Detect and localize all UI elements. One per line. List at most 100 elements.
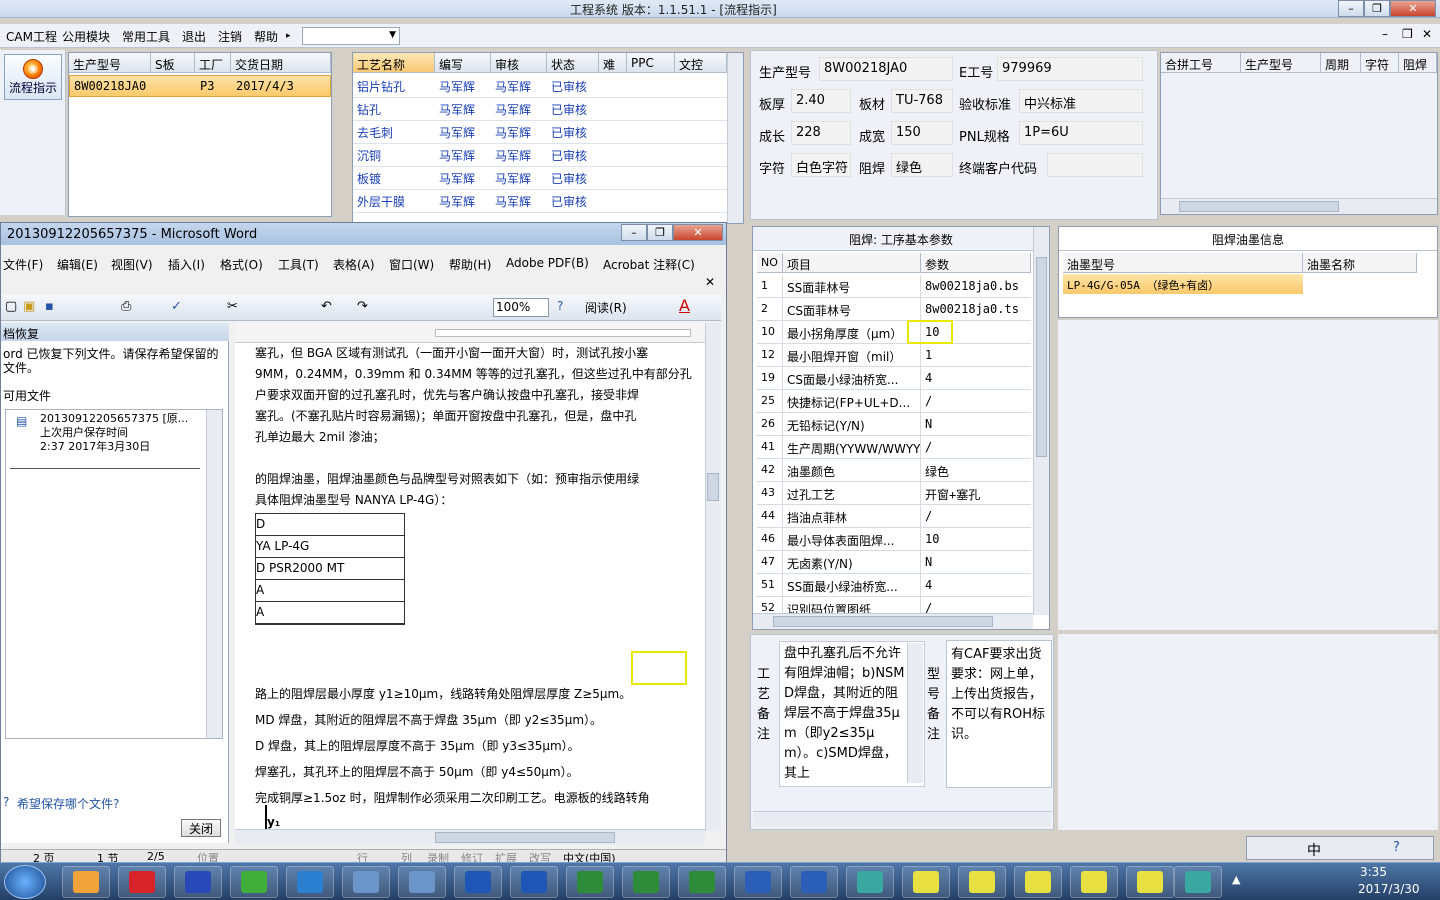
print-icon[interactable]: ⎙ xyxy=(121,299,131,314)
scroll-thumb[interactable] xyxy=(1179,201,1339,212)
table-row[interactable]: 沉铜 马军辉 马军辉 已审核 xyxy=(353,144,727,167)
eno-field[interactable]: 979969 xyxy=(997,57,1143,81)
ime-mode[interactable]: 中 xyxy=(1307,840,1321,860)
word-menu-window[interactable]: 窗口(W) xyxy=(389,256,434,273)
ime-help-icon[interactable]: ? xyxy=(1393,840,1400,855)
col-header-ink-name[interactable]: 油墨名称 xyxy=(1303,253,1417,273)
taskbar-excel-2[interactable] xyxy=(622,866,670,898)
minimize-button[interactable]: – xyxy=(1338,0,1364,17)
word-menu-format[interactable]: 格式(O) xyxy=(220,256,263,273)
table-row[interactable]: 25 快捷标记(FP+UL+D... / xyxy=(753,390,1033,413)
col-header-ppc[interactable]: PPC xyxy=(627,53,675,73)
doc-vscroll[interactable] xyxy=(705,323,721,831)
col-header-factory[interactable]: 工厂 xyxy=(195,53,231,73)
solder-field[interactable]: 绿色 xyxy=(891,153,953,177)
redo-icon[interactable]: ↷ xyxy=(357,299,368,314)
start-button[interactable] xyxy=(4,865,46,899)
taskbar-app-5[interactable] xyxy=(286,866,334,898)
col-header-ink-model[interactable]: 油墨型号 xyxy=(1063,253,1303,273)
recovery-vscroll[interactable] xyxy=(206,410,222,738)
params-hscroll[interactable] xyxy=(753,613,1033,629)
taskbar-app-10[interactable] xyxy=(846,866,894,898)
taskbar-app-8[interactable] xyxy=(454,866,502,898)
zoom-select[interactable]: 100% xyxy=(493,298,549,317)
menu-exit[interactable]: 退出 xyxy=(182,28,206,45)
flow-indication-button[interactable]: ◉ 流程指示 xyxy=(4,54,62,100)
taskbar-excel-3[interactable] xyxy=(678,866,726,898)
table-row[interactable]: 去毛刺 马军辉 马军辉 已审核 xyxy=(353,121,727,144)
col-header-model[interactable]: 生产型号 xyxy=(69,53,151,73)
taskbar-word-1[interactable] xyxy=(734,866,782,898)
mdi-close-button[interactable]: ✕ xyxy=(1422,27,1432,41)
pnl-field[interactable]: 1P=6U xyxy=(1019,121,1143,145)
mdi-minimize-button[interactable]: – xyxy=(1382,27,1388,41)
menu-help[interactable]: 帮助 xyxy=(254,28,278,45)
table-row[interactable]: 42 油墨颜色 绿色 xyxy=(753,459,1033,482)
cut-icon[interactable]: ✂ xyxy=(227,299,238,314)
font-color-icon[interactable]: A xyxy=(679,296,690,315)
scroll-thumb[interactable] xyxy=(435,832,615,843)
word-menu-insert[interactable]: 插入(I) xyxy=(168,256,205,273)
new-doc-icon[interactable]: ▢ xyxy=(5,299,17,314)
word-menu-acrobat[interactable]: Acrobat 注释(C) xyxy=(603,256,695,273)
mdi-restore-button[interactable]: ❐ xyxy=(1402,27,1413,41)
table-row[interactable]: 46 最小导体表面阻焊... 10 xyxy=(753,528,1033,551)
table-row[interactable]: 外层干膜 马军辉 马军辉 已审核 xyxy=(353,190,727,213)
word-menu-view[interactable]: 视图(V) xyxy=(111,256,153,273)
word-minimize-button[interactable]: – xyxy=(621,224,647,241)
table-row[interactable]: 26 无铅标记(Y/N) N xyxy=(753,413,1033,436)
col-header-delivery[interactable]: 交货日期 xyxy=(231,53,331,73)
recovery-question-link[interactable]: 希望保存哪个文件? xyxy=(17,795,119,812)
table-row[interactable]: 41 生产周期(YYWW/WWYY) / xyxy=(753,436,1033,459)
table-row[interactable]: 2 CS面菲林号 8w00218ja0.ts xyxy=(753,298,1033,321)
table-row[interactable]: 板镀 马军辉 马军辉 已审核 xyxy=(353,167,727,190)
model-remark-text[interactable]: 有CAF要求出货要求：网上单，上传出货报告，不可以有ROH标识。 xyxy=(946,640,1052,788)
menu-logout[interactable]: 注销 xyxy=(218,28,242,45)
remark-hscroll[interactable] xyxy=(753,811,1051,827)
table-row[interactable]: 1 SS面菲林号 8w00218ja0.bs xyxy=(753,275,1033,298)
word-menu-help[interactable]: 帮助(H) xyxy=(449,256,491,273)
taskbar-app-14[interactable] xyxy=(1070,866,1118,898)
word-menu-adobe-pdf[interactable]: Adobe PDF(B) xyxy=(506,256,589,270)
clock-date[interactable]: 2017/3/30 xyxy=(1358,882,1420,896)
col-header-merge-solder[interactable]: 阻焊 xyxy=(1399,53,1437,73)
taskbar-app-11[interactable] xyxy=(902,866,950,898)
table-row[interactable]: 43 过孔工艺 开窗+塞孔 xyxy=(753,482,1033,505)
std-field[interactable]: 中兴标准 xyxy=(1019,89,1143,113)
process-remark-text[interactable]: 盘中孔塞孔后不允许有阻焊油帽；b)NSMD焊盘，其附近的阻焊层不高于焊盘35μm… xyxy=(779,641,925,787)
read-mode-button[interactable]: 阅读(R) xyxy=(585,299,627,316)
ruler[interactable] xyxy=(235,323,705,343)
taskbar-app-1[interactable] xyxy=(62,866,110,898)
taskbar-app-6[interactable] xyxy=(342,866,390,898)
params-vscroll[interactable] xyxy=(1033,227,1049,615)
taskbar-app-12[interactable] xyxy=(958,866,1006,898)
col-header-doc-control[interactable]: 文控 xyxy=(675,53,727,73)
word-maximize-button[interactable]: ❐ xyxy=(647,224,673,241)
table-row[interactable]: 47 无卤素(Y/N) N xyxy=(753,551,1033,574)
menu-tools[interactable]: 常用工具 xyxy=(122,28,170,45)
col-header-merge-cycle[interactable]: 周期 xyxy=(1321,53,1361,73)
col-header-sboard[interactable]: S板 xyxy=(151,53,195,73)
table-row[interactable]: LP-4G/G-05A （绿色+有卤） xyxy=(1063,274,1417,296)
menu-common-module[interactable]: 公用模块 xyxy=(62,28,110,45)
table-row[interactable]: 44 挡油点菲林 / xyxy=(753,505,1033,528)
word-close-button[interactable]: ✕ xyxy=(673,224,723,241)
toolbar-combo[interactable]: ▼ xyxy=(302,27,400,45)
taskbar-word-2[interactable] xyxy=(790,866,838,898)
col-header-merge-model[interactable]: 生产型号 xyxy=(1241,53,1321,73)
process-grid-scrollbar[interactable] xyxy=(727,53,743,223)
merge-grid-hscroll[interactable] xyxy=(1161,198,1437,214)
recovery-file-item[interactable]: 20130912205657375 [原... 上次用户保存时间 2:37 20… xyxy=(40,412,188,454)
customer-field[interactable] xyxy=(1047,153,1143,177)
taskbar-app-9[interactable] xyxy=(510,866,558,898)
spellcheck-icon[interactable]: ✓ xyxy=(171,299,182,314)
scroll-thumb[interactable] xyxy=(1036,257,1047,457)
tray-expand-icon[interactable]: ▲ xyxy=(1232,873,1240,886)
recovery-close-button[interactable]: 关闭 xyxy=(181,819,221,837)
width-field[interactable]: 150 xyxy=(891,121,953,145)
menu-cam[interactable]: CAM工程 xyxy=(6,28,57,45)
col-header-author[interactable]: 编写 xyxy=(435,53,491,73)
scroll-thumb[interactable] xyxy=(773,616,993,627)
maximize-button[interactable]: ❐ xyxy=(1364,0,1390,17)
taskbar-app-2[interactable] xyxy=(118,866,166,898)
